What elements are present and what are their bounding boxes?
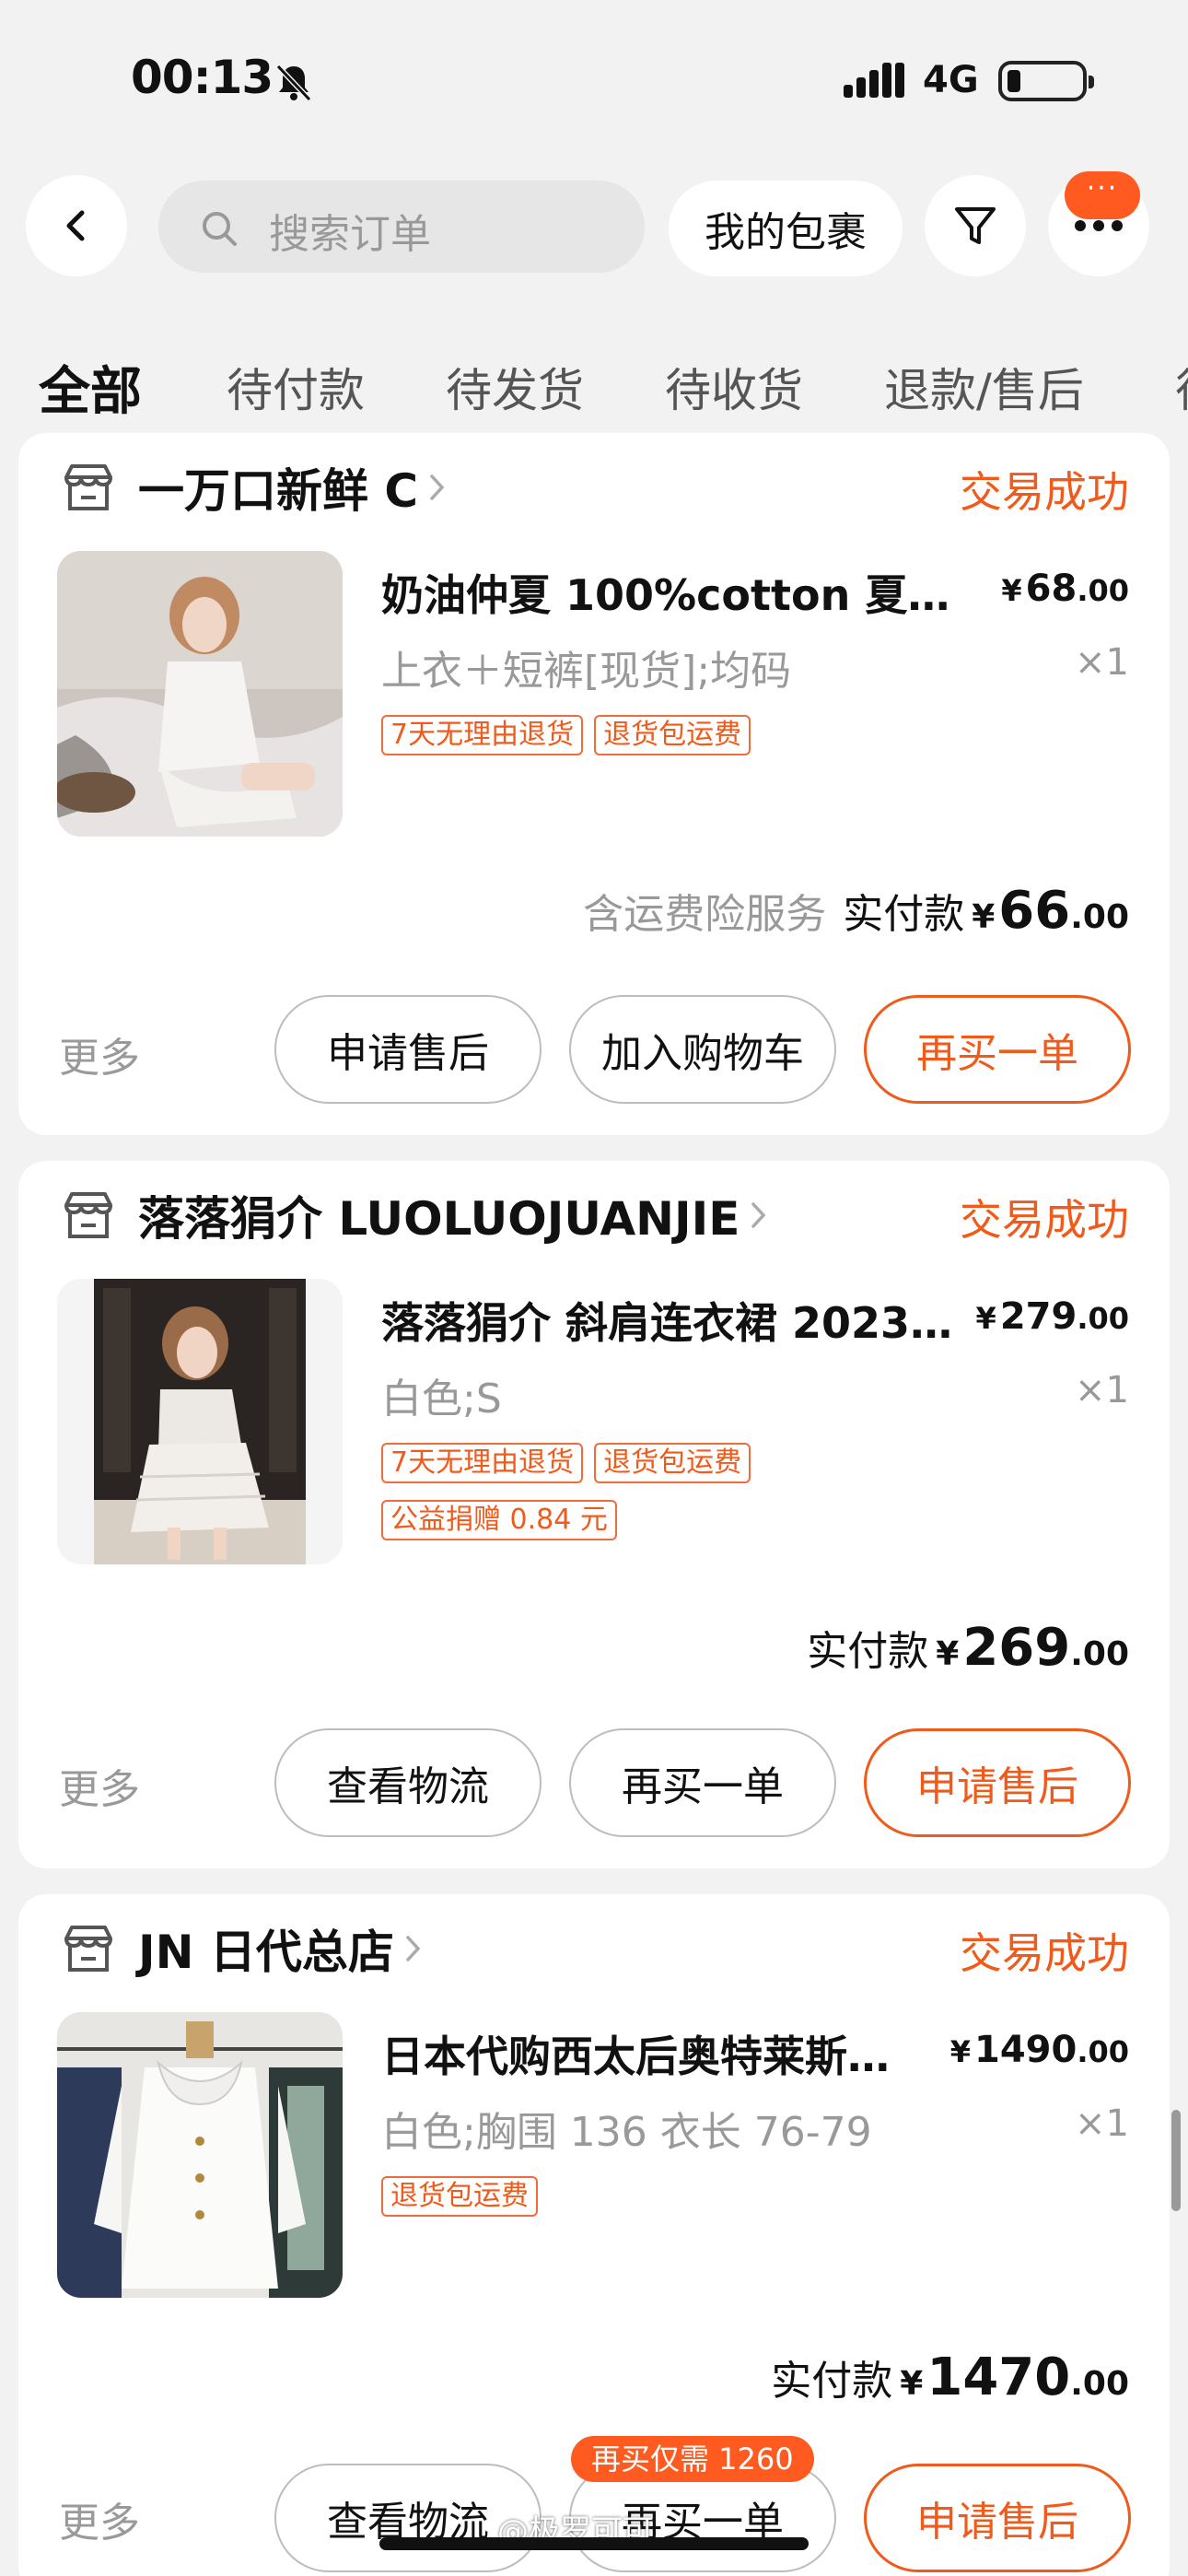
shipping-insurance-note: 含运费险服务 — [583, 891, 827, 938]
product-price: ¥279.00 — [975, 1295, 1129, 1338]
product-price: ¥68.00 — [1001, 568, 1129, 610]
more-dots-icon — [1075, 220, 1123, 231]
product-title[interactable]: 日本代购西太后奥特莱斯衬衫连衣裙 — [381, 2023, 897, 2084]
order-card: 一万口新鲜 C 交易成功 奶油仲夏 100%cotton 夏季新款短袖上衣短裤套… — [18, 433, 1170, 1135]
network-type: 4G — [923, 59, 979, 101]
buy-again-button[interactable]: 再买一单 — [864, 995, 1131, 1104]
bell-muted-icon — [275, 64, 312, 102]
shop-header[interactable]: JN 日代总店 — [61, 1916, 424, 1981]
tab-partial[interactable]: 待 — [1175, 354, 1188, 420]
more-link[interactable]: 更多 — [59, 1756, 140, 1815]
filter-button[interactable] — [925, 175, 1026, 276]
home-indicator[interactable] — [379, 2537, 809, 2550]
chevron-right-icon — [430, 474, 445, 500]
my-parcels-button[interactable]: 我的包裹 — [669, 181, 903, 276]
apply-aftersales-button[interactable]: 申请售后 — [274, 995, 542, 1104]
service-tag: 退货包运费 — [594, 715, 751, 755]
back-button[interactable] — [26, 175, 127, 276]
order-card: 落落狷介 LUOLUOJUANJIE 交易成功 落落狷介 斜肩连衣裙 2023新… — [18, 1161, 1170, 1868]
chevron-left-icon — [66, 210, 85, 241]
service-tag: 7天无理由退货 — [381, 1443, 584, 1483]
chevron-right-icon — [406, 1936, 421, 1961]
shop-name: 一万口新鲜 C — [138, 464, 419, 518]
store-icon — [64, 1192, 112, 1238]
search-input[interactable]: 搜索订单 — [158, 181, 645, 273]
scrollbar[interactable] — [1171, 2110, 1181, 2211]
paid-amount: 实付款 ¥1470.00 — [771, 2348, 1129, 2407]
shop-header[interactable]: 落落狷介 LUOLUOJUANJIE — [61, 1183, 769, 1247]
product-quantity: ×1 — [1075, 1369, 1129, 1411]
add-to-cart-button[interactable]: 加入购物车 — [569, 995, 836, 1104]
view-logistics-button[interactable]: 查看物流 — [274, 1728, 542, 1837]
top-bar: 搜索订单 我的包裹 — [0, 175, 1188, 286]
cellular-signal-icon — [844, 63, 904, 98]
service-tags: 7天无理由退货 退货包运费 公益捐赠 0.84 元 — [381, 1443, 1081, 1557]
charity-tag: 公益捐赠 0.84 元 — [381, 1500, 617, 1540]
buy-again-button[interactable]: 再买一单 — [569, 1728, 836, 1837]
buy-again-promo-badge: 再买仅需 1260 — [571, 2436, 814, 2482]
order-tabs: 全部 待付款 待发货 待收货 退款/售后 待 — [0, 341, 1188, 433]
product-spec: 白色;S — [381, 1376, 502, 1423]
paid-amount: 实付款 ¥269.00 — [807, 1618, 1129, 1678]
tab-refund-aftersales[interactable]: 退款/售后 — [884, 354, 1084, 420]
product-price: ¥1490.00 — [949, 2029, 1129, 2071]
product-spec: 白色;胸围 136 衣长 76-79 — [381, 2109, 872, 2156]
filter-icon — [955, 207, 996, 244]
service-tag: 退货包运费 — [594, 1443, 751, 1483]
status-bar: 00:13 4G — [0, 0, 1188, 157]
apply-aftersales-button[interactable]: 申请售后 — [864, 2464, 1131, 2572]
tab-all[interactable]: 全部 — [39, 350, 142, 425]
more-link[interactable]: 更多 — [59, 2489, 140, 2548]
product-title[interactable]: 奶油仲夏 100%cotton 夏季新款短袖上衣短裤套装 — [381, 562, 971, 623]
order-status: 交易成功 — [960, 467, 1129, 517]
product-image[interactable] — [57, 1279, 343, 1564]
store-icon — [64, 464, 112, 510]
product-quantity: ×1 — [1075, 2102, 1129, 2145]
shop-header[interactable]: 一万口新鲜 C — [61, 455, 448, 520]
tab-pending-shipment[interactable]: 待发货 — [446, 354, 584, 420]
shop-name: 落落狷介 LUOLUOJUANJIE — [138, 1192, 740, 1246]
order-status: 交易成功 — [960, 1928, 1129, 1978]
order-status: 交易成功 — [960, 1195, 1129, 1245]
apply-aftersales-button[interactable]: 申请售后 — [864, 1728, 1131, 1837]
shop-name: JN 日代总店 — [138, 1926, 394, 1979]
service-tag: 7天无理由退货 — [381, 715, 584, 755]
service-tags: 7天无理由退货 退货包运费 — [381, 715, 1081, 772]
status-time: 00:13 — [131, 51, 274, 104]
product-spec: 上衣＋短裤[现货];均码 — [381, 648, 792, 695]
product-image[interactable] — [57, 551, 343, 837]
product-title[interactable]: 落落狷介 斜肩连衣裙 2023新款夏季 — [381, 1290, 971, 1351]
tab-pending-payment[interactable]: 待付款 — [227, 354, 365, 420]
tab-pending-receipt[interactable]: 待收货 — [665, 354, 803, 420]
more-link[interactable]: 更多 — [59, 1025, 140, 1083]
chevron-right-icon — [751, 1202, 766, 1228]
order-card: JN 日代总店 交易成功 日本代购西太后奥特莱斯衬衫连衣裙 ¥1490.00 白… — [18, 1894, 1170, 2576]
paid-amount: 含运费险服务 实付款 ¥66.00 — [583, 881, 1129, 941]
battery-icon — [998, 61, 1094, 101]
product-image[interactable] — [57, 2012, 343, 2298]
service-tags: 退货包运费 — [381, 2176, 1081, 2233]
product-quantity: ×1 — [1075, 641, 1129, 684]
service-tag: 退货包运费 — [381, 2176, 538, 2217]
message-badge: ··· — [1065, 171, 1140, 219]
search-placeholder: 搜索订单 — [269, 211, 431, 258]
search-icon — [203, 212, 237, 246]
store-icon — [64, 1926, 112, 1972]
